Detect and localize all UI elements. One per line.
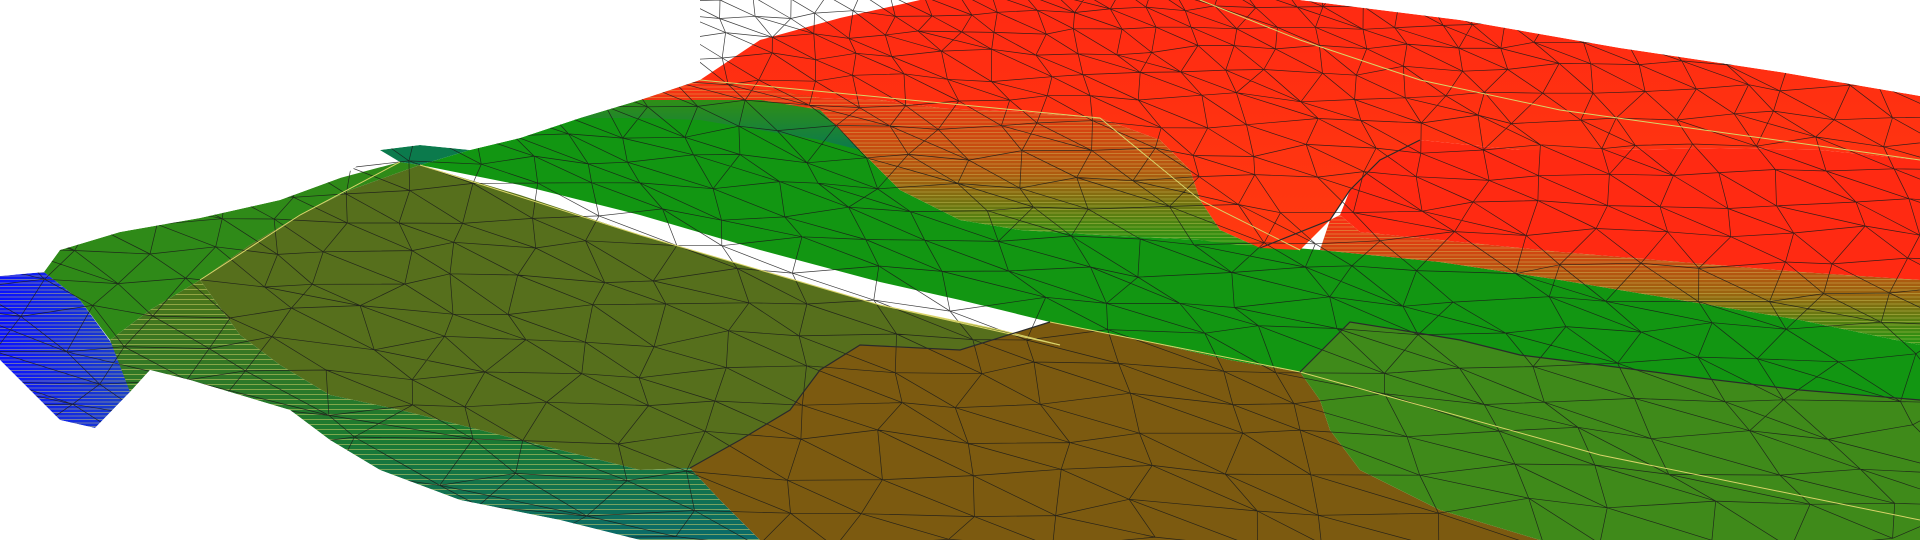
terrain-mesh-render[interactable] bbox=[0, 0, 1920, 540]
terrain-3d-viewport[interactable] bbox=[0, 0, 1920, 540]
